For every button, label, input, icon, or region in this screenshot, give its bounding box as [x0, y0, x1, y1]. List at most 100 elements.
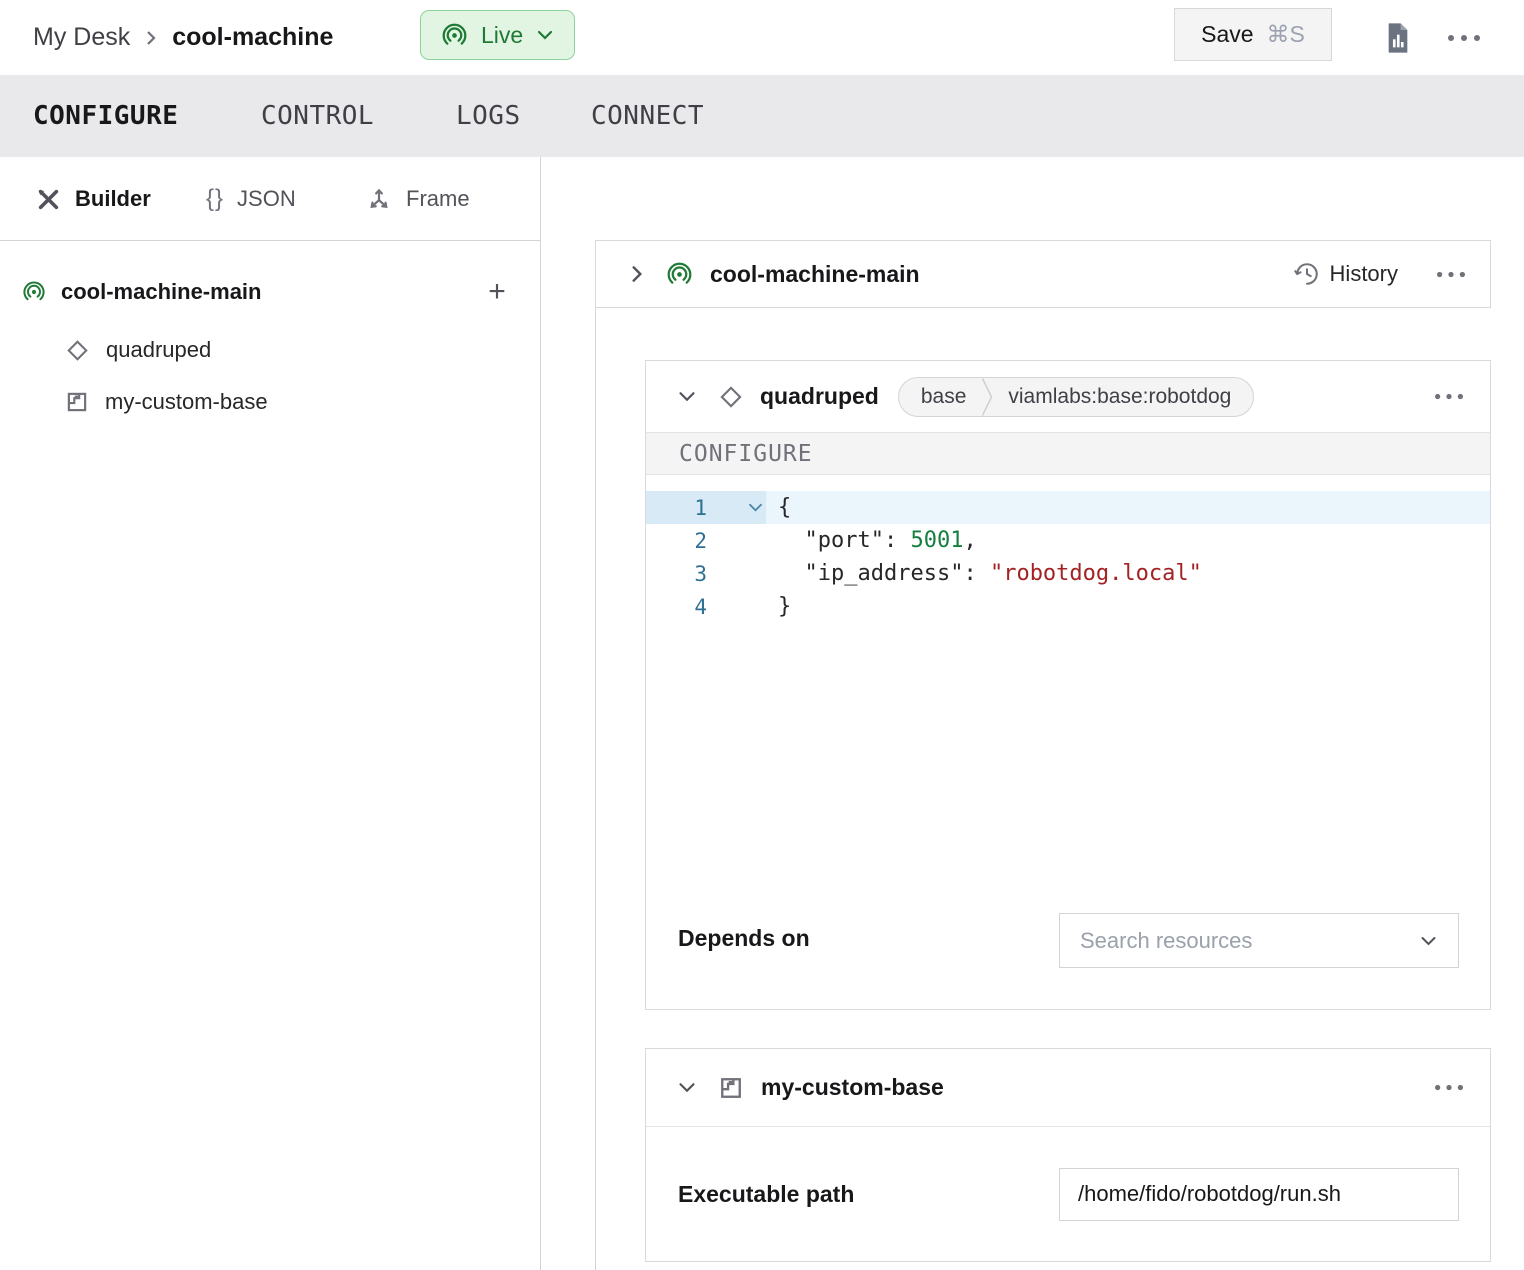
broadcast-icon: [441, 22, 468, 49]
code-token: :: [884, 528, 911, 553]
app-header: My Desk cool-machine Live Save ⌘S: [0, 0, 1524, 75]
code-token: :: [963, 561, 990, 586]
code-token-string: "robotdog.local": [990, 561, 1202, 586]
depends-on-label: Depends on: [678, 913, 810, 952]
header-menu-button[interactable]: [1444, 18, 1484, 58]
tab-configure[interactable]: CONFIGURE: [33, 75, 178, 157]
chevron-right-icon: [144, 28, 158, 48]
broadcast-icon: [22, 280, 46, 304]
resource-model: viamlabs:base:robotdog: [1008, 385, 1231, 409]
editor-gutter: 4: [646, 590, 766, 623]
code-line-3: 3 "ip_address": "robotdog.local": [646, 557, 1490, 590]
sidebar-item-my-custom-base-label: my-custom-base: [105, 389, 268, 415]
code-token: {: [778, 495, 791, 520]
status-label: Live: [481, 22, 523, 49]
sidebar-item-my-custom-base[interactable]: my-custom-base: [64, 385, 268, 419]
tab-control[interactable]: CONTROL: [261, 75, 374, 157]
machine-config-page: My Desk cool-machine Live Save ⌘S: [0, 0, 1524, 1270]
mode-json-label: JSON: [237, 186, 296, 212]
axis-icon: [365, 185, 393, 213]
code-token-number: 5001: [910, 528, 963, 553]
breadcrumb-parent-link[interactable]: My Desk: [33, 23, 130, 52]
ellipsis-icon: [1434, 1084, 1464, 1091]
line-number: 1: [646, 496, 707, 520]
tab-connect[interactable]: CONNECT: [591, 75, 704, 157]
quadruped-resource-card: quadruped base viamlabs:base:robotdog CO…: [645, 360, 1491, 1010]
my-custom-base-title: my-custom-base: [761, 1074, 944, 1101]
resource-type: base: [921, 385, 967, 409]
quadruped-menu-button[interactable]: [1434, 393, 1464, 400]
code-line-4: 4 }: [646, 590, 1490, 623]
machine-status-dropdown[interactable]: Live: [420, 10, 575, 60]
json-attributes-editor[interactable]: 1 { 2 "port": 5001,: [646, 475, 1490, 885]
add-resource-button[interactable]: +: [482, 275, 512, 309]
mode-builder-label: Builder: [75, 186, 151, 212]
line-number: 2: [646, 529, 707, 553]
configure-section-label: CONFIGURE: [646, 433, 1490, 475]
code-line-2: 2 "port": 5001,: [646, 524, 1490, 557]
executable-path-label: Executable path: [678, 1181, 854, 1208]
sidebar-item-machine-part[interactable]: cool-machine-main: [22, 275, 261, 309]
sidebar-item-machine-part-label: cool-machine-main: [61, 279, 261, 305]
config-sidebar: Builder {} JSON Frame cool-machi: [0, 157, 541, 1270]
broadcast-icon: [666, 261, 693, 288]
history-button[interactable]: History: [1294, 261, 1398, 287]
executable-path-row: Executable path: [646, 1127, 1490, 1261]
badge-divider-icon: [981, 378, 993, 416]
history-clock-icon: [1294, 261, 1320, 287]
executable-path-input[interactable]: [1059, 1168, 1459, 1221]
fold-chevron-down-icon[interactable]: [747, 502, 764, 513]
diamond-icon: [64, 337, 91, 364]
machine-part-title: cool-machine-main: [710, 261, 920, 288]
braces-icon: {}: [206, 185, 224, 213]
editor-gutter: 3: [646, 557, 766, 590]
tree-connector-line: [595, 308, 596, 1270]
quadruped-card-header: quadruped base viamlabs:base:robotdog: [646, 361, 1490, 433]
my-custom-base-card: my-custom-base Executable path: [645, 1048, 1491, 1262]
mode-frame[interactable]: Frame: [365, 157, 470, 241]
chevron-down-icon: [1419, 935, 1438, 947]
machine-part-card: cool-machine-main History: [595, 240, 1491, 308]
sidebar-item-quadruped[interactable]: quadruped: [64, 333, 211, 367]
ellipsis-icon: [1436, 271, 1466, 278]
mode-frame-label: Frame: [406, 186, 470, 212]
line-number: 3: [646, 562, 707, 586]
resource-type-model-badge: base viamlabs:base:robotdog: [898, 377, 1255, 417]
save-shortcut: ⌘S: [1267, 21, 1305, 48]
depends-on-placeholder: Search resources: [1080, 928, 1252, 954]
tab-logs[interactable]: LOGS: [456, 75, 521, 157]
chevron-right-icon: [629, 263, 645, 285]
save-button[interactable]: Save ⌘S: [1174, 8, 1332, 61]
depends-on-select[interactable]: Search resources: [1059, 913, 1459, 968]
mode-json[interactable]: {} JSON: [206, 157, 296, 241]
save-label: Save: [1201, 21, 1253, 48]
code-token: [778, 561, 805, 586]
code-token: }: [778, 594, 791, 619]
machine-part-menu-button[interactable]: [1436, 271, 1466, 278]
breadcrumb: My Desk cool-machine: [33, 0, 333, 75]
mode-builder[interactable]: Builder: [35, 157, 151, 241]
collapse-my-custom-base-button[interactable]: [677, 1081, 697, 1094]
diamond-icon: [717, 383, 745, 411]
ellipsis-icon: [1434, 393, 1464, 400]
line-number: 4: [646, 595, 707, 619]
chevron-down-icon: [536, 29, 554, 41]
chevron-down-icon: [677, 390, 697, 403]
my-custom-base-menu-button[interactable]: [1434, 1084, 1464, 1091]
editor-gutter: 2: [646, 524, 766, 557]
collapse-quadruped-button[interactable]: [677, 390, 697, 403]
breadcrumb-current: cool-machine: [172, 23, 333, 52]
editor-gutter: 1: [646, 491, 766, 524]
code-token: [778, 528, 805, 553]
data-report-button[interactable]: [1378, 18, 1418, 58]
code-token: "port": [805, 528, 884, 553]
module-icon: [717, 1074, 745, 1102]
quadruped-title: quadruped: [760, 383, 879, 410]
code-token: "ip_address": [805, 561, 964, 586]
expand-machine-part-button[interactable]: [629, 263, 645, 285]
history-label: History: [1330, 261, 1398, 287]
depends-on-row: Depends on Search resources: [646, 885, 1490, 968]
code-line-1: 1 {: [646, 491, 1490, 524]
machine-tabbar: CONFIGURE CONTROL LOGS CONNECT: [0, 75, 1524, 157]
bar-chart-file-icon: [1382, 20, 1414, 56]
